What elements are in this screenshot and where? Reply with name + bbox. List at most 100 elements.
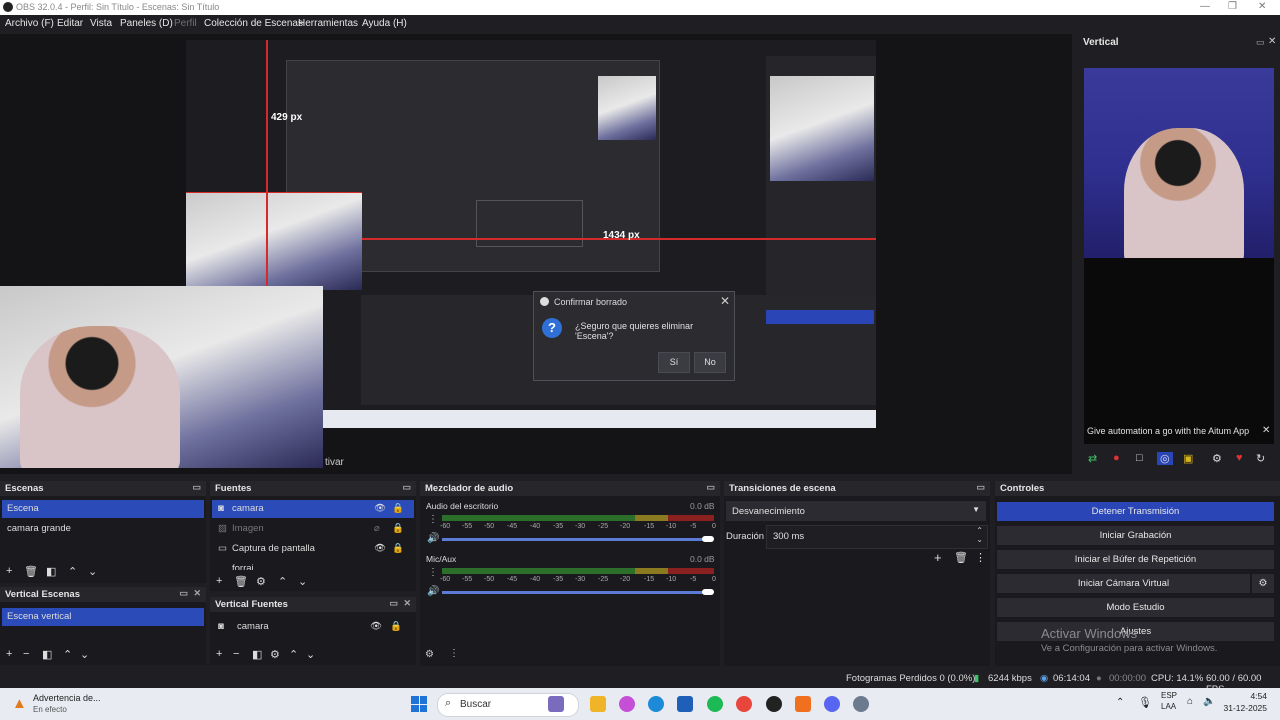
- no-button[interactable]: No: [694, 352, 726, 373]
- undock-icon[interactable]: ▭: [179, 588, 188, 599]
- undock-icon[interactable]: ▭: [1256, 37, 1265, 48]
- discord-icon[interactable]: [824, 696, 840, 712]
- menu-archivo[interactable]: Archivo (F): [5, 18, 54, 29]
- add-icon[interactable]: +: [6, 565, 12, 577]
- settings-icon[interactable]: [853, 696, 869, 712]
- menu-perfil[interactable]: Perfil: [174, 18, 197, 29]
- filter-icon[interactable]: ◧: [46, 565, 56, 578]
- down-icon[interactable]: ⌄: [298, 575, 307, 588]
- up-icon[interactable]: ⌃: [68, 565, 77, 578]
- filter-icon[interactable]: ◧: [252, 648, 262, 661]
- down-icon[interactable]: ⌄: [306, 648, 315, 661]
- replay-icon[interactable]: ▣: [1183, 452, 1193, 465]
- clock-date[interactable]: 31-12-2025: [1222, 703, 1267, 713]
- maximize-icon[interactable]: ❐: [1228, 1, 1237, 12]
- microphone-icon[interactable]: 🎙: [1138, 696, 1152, 709]
- add-icon[interactable]: +: [216, 575, 222, 587]
- menu-herramientas[interactable]: Herramientas: [298, 18, 358, 29]
- lock-icon[interactable]: 🔒: [392, 503, 404, 514]
- up-icon[interactable]: ⌃: [63, 648, 72, 661]
- spin-down-icon[interactable]: ⌄: [976, 535, 983, 544]
- aitum-icon[interactable]: ⇄: [1088, 452, 1097, 465]
- eye-icon[interactable]: 👁: [370, 621, 382, 632]
- lock-icon[interactable]: 🔒: [392, 543, 404, 554]
- duration-input[interactable]: 300 ms ⌃ ⌄: [766, 525, 988, 549]
- undock-icon[interactable]: ▭: [976, 482, 985, 493]
- minimize-icon[interactable]: —: [1200, 1, 1210, 12]
- source-item[interactable]: camara ◙ 👁 🔒: [212, 500, 414, 518]
- volume-knob[interactable]: [702, 589, 714, 595]
- trash-icon[interactable]: 🗑: [234, 575, 248, 588]
- windows-start-icon[interactable]: [411, 696, 427, 712]
- gear-icon[interactable]: ⚙: [270, 648, 280, 661]
- close-icon[interactable]: ✕: [193, 588, 201, 599]
- people-icon[interactable]: [548, 696, 564, 712]
- square-icon[interactable]: □: [1136, 452, 1143, 464]
- lock-icon[interactable]: 🔒: [392, 523, 404, 534]
- lock-icon[interactable]: 🔒: [390, 621, 402, 632]
- preview-area[interactable]: 429 px 1434 px tivar: [0, 34, 1072, 474]
- menu-paneles[interactable]: Paneles (D): [120, 18, 173, 29]
- menu-editar[interactable]: Editar: [57, 18, 83, 29]
- app-icon[interactable]: [795, 696, 811, 712]
- clock-time[interactable]: 4:54: [1225, 691, 1267, 701]
- scene-item[interactable]: camara grande: [2, 520, 204, 538]
- down-icon[interactable]: ⌄: [88, 565, 97, 578]
- store-icon[interactable]: [677, 696, 693, 712]
- transition-select[interactable]: Desvanecimiento ▼: [726, 501, 986, 521]
- gear-icon[interactable]: ⚙: [1212, 452, 1222, 465]
- undock-icon[interactable]: ▭: [706, 482, 715, 493]
- spin-up-icon[interactable]: ⌃: [976, 526, 983, 535]
- add-icon[interactable]: +: [934, 550, 942, 565]
- eye-icon[interactable]: 👁: [374, 543, 386, 554]
- stop-streaming-button[interactable]: Detener Transmisión: [997, 502, 1274, 521]
- virtual-camera-settings-icon[interactable]: ⚙: [1252, 574, 1274, 593]
- copilot-icon[interactable]: [619, 696, 635, 712]
- menu-ayuda[interactable]: Ayuda (H): [362, 18, 407, 29]
- down-icon[interactable]: ⌄: [80, 648, 89, 661]
- menu-vista[interactable]: Vista: [90, 18, 112, 29]
- undock-icon[interactable]: ▭: [389, 598, 398, 609]
- replay-buffer-button[interactable]: Iniciar el Búfer de Repetición: [997, 550, 1274, 569]
- close-icon[interactable]: ✕: [403, 598, 411, 609]
- close-icon[interactable]: ✕: [1268, 36, 1276, 47]
- kebab-icon[interactable]: ⋮: [975, 551, 986, 564]
- up-icon[interactable]: ⌃: [278, 575, 287, 588]
- source-item[interactable]: Imagen ▨ ⌀ 🔒: [212, 520, 414, 538]
- add-icon[interactable]: +: [6, 648, 12, 660]
- spotify-icon[interactable]: [707, 696, 723, 712]
- record-icon[interactable]: ●: [1113, 452, 1120, 464]
- close-icon[interactable]: ✕: [1258, 1, 1266, 12]
- automation-close-icon[interactable]: ✕: [1262, 425, 1270, 436]
- warning-icon[interactable]: ▲: [12, 695, 27, 712]
- menu-coleccion[interactable]: Colección de Escenas: [204, 18, 303, 29]
- volume-icon[interactable]: 🔈: [1203, 696, 1215, 707]
- remove-icon[interactable]: −: [233, 648, 239, 660]
- speaker-icon[interactable]: 🔊: [427, 533, 439, 544]
- notification-title[interactable]: Advertencia de...: [33, 693, 101, 703]
- trash-icon[interactable]: 🗑: [24, 565, 38, 578]
- language-bottom[interactable]: LAA: [1161, 702, 1176, 711]
- scene-item[interactable]: Escena: [2, 500, 204, 518]
- trash-icon[interactable]: 🗑: [954, 551, 968, 564]
- kebab-icon[interactable]: ⋮: [428, 514, 438, 525]
- volume-knob[interactable]: [702, 536, 714, 542]
- file-explorer-icon[interactable]: [590, 696, 606, 712]
- yes-button[interactable]: Sí: [658, 352, 690, 373]
- volume-slider[interactable]: [442, 591, 706, 594]
- stream-icon[interactable]: ◎: [1157, 452, 1173, 465]
- filter-icon[interactable]: ◧: [42, 648, 52, 661]
- refresh-icon[interactable]: ↻: [1256, 452, 1265, 465]
- add-icon[interactable]: +: [216, 648, 222, 660]
- scene-item[interactable]: Escena vertical: [2, 608, 204, 626]
- chevron-up-icon[interactable]: ⌃: [1116, 697, 1124, 708]
- dialog-close-icon[interactable]: ✕: [720, 294, 730, 308]
- eye-hidden-icon[interactable]: ⌀: [374, 523, 380, 534]
- virtual-camera-button[interactable]: Iniciar Cámara Virtual: [997, 574, 1250, 593]
- edge-icon[interactable]: [648, 696, 664, 712]
- source-item[interactable]: ◙ camara 👁 🔒: [212, 618, 414, 636]
- network-icon[interactable]: ⌂: [1187, 696, 1193, 707]
- camera-source[interactable]: [0, 286, 323, 468]
- start-recording-button[interactable]: Iniciar Grabación: [997, 526, 1274, 545]
- heart-icon[interactable]: ♥: [1236, 452, 1243, 464]
